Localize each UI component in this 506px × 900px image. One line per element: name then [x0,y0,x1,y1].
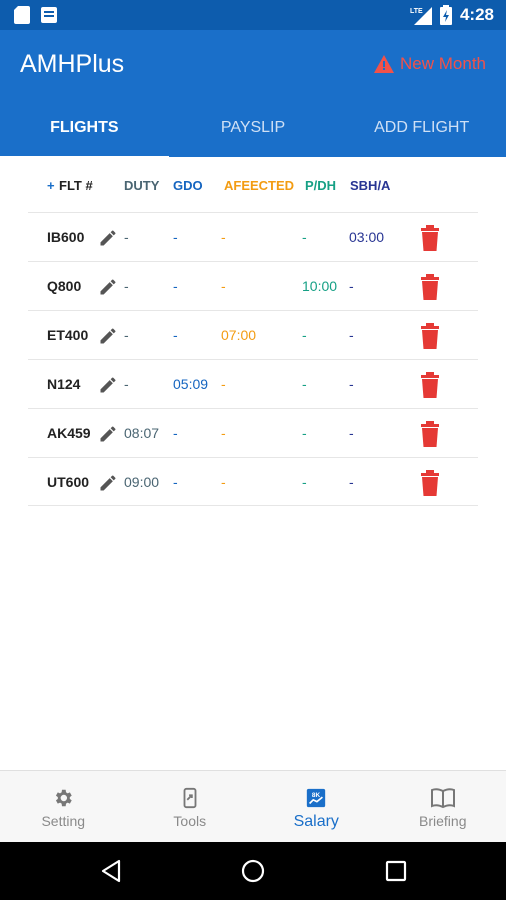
tab-payslip[interactable]: PAYSLIP [169,102,338,157]
gdo-value: 05:09 [173,376,209,392]
nav-salary[interactable]: 8K Salary [253,771,380,842]
tab-bar: FLIGHTS PAYSLIP ADD FLIGHT [0,102,506,160]
flight-list: IB600 - - - - 03:00 Q800 - - - 10:00 - E… [28,212,478,506]
delete-icon[interactable] [418,274,442,300]
sd-card-icon [14,6,30,24]
flight-row: UT600 09:00 - - - - [28,457,478,506]
flight-number: AK459 [47,425,91,441]
add-row-icon[interactable]: + [47,178,55,193]
gdo-value: - [173,425,178,441]
app-bar: AMHPlus New Month [0,30,506,102]
edit-icon[interactable] [98,277,118,297]
delete-icon[interactable] [418,421,442,447]
affected-value: - [221,229,226,245]
edit-icon[interactable] [98,473,118,493]
flight-row: N124 - 05:09 - - - [28,359,478,408]
nav-tools-label: Tools [173,813,207,829]
book-icon [430,788,455,809]
pdh-value: 10:00 [302,278,338,294]
pdh-value: - [302,376,307,392]
bottom-nav: Setting Tools 8K Salary Briefing [0,770,506,842]
header-pdh: P/DH [305,178,337,193]
flight-number: N124 [47,376,81,392]
gear-icon [56,789,72,807]
nav-tools[interactable]: Tools [127,771,254,842]
status-time: 4:28 [459,5,494,24]
network-label: LTE [410,8,423,15]
header-affected: AFEECTED [224,178,295,193]
edit-icon[interactable] [98,424,118,444]
header-sbha: SBH/A [350,178,391,193]
affected-value: 07:00 [221,327,257,343]
delete-icon[interactable] [418,323,442,349]
sbha-value: - [349,425,354,441]
pdh-value: - [302,229,307,245]
flight-row: Q800 - - - 10:00 - [28,261,478,310]
flight-number: ET400 [47,327,89,343]
sbha-value: 03:00 [349,229,385,245]
duty-value: 09:00 [124,474,160,490]
sbha-value: - [349,474,354,490]
battery-icon [439,5,452,25]
header-flt: FLT # [59,178,93,193]
sbha-value: - [349,278,354,294]
duty-value: - [124,376,129,392]
gdo-value: - [173,327,178,343]
sbha-value: - [349,376,354,392]
flight-number: Q800 [47,278,82,294]
warning-icon [374,55,395,73]
pdh-value: - [302,425,307,441]
tools-icon [183,787,197,809]
tab-add-flight[interactable]: ADD FLIGHT [337,102,506,157]
affected-value: - [221,376,226,392]
affected-value: - [221,425,226,441]
flight-number: UT600 [47,474,90,490]
pdh-value: - [302,327,307,343]
sbha-value: - [349,327,354,343]
flight-row: IB600 - - - - 03:00 [28,212,478,261]
flight-number: IB600 [47,229,85,245]
back-icon[interactable] [99,859,123,883]
delete-icon[interactable] [418,225,442,251]
duty-value: - [124,327,129,343]
duty-value: 08:07 [124,425,160,441]
edit-icon[interactable] [98,228,118,248]
edit-icon[interactable] [98,375,118,395]
svg-text:8K: 8K [312,792,321,799]
nav-setting-label: Setting [41,813,86,829]
gdo-value: - [173,278,178,294]
salary-icon: 8K [307,788,326,808]
pdh-value: - [302,474,307,490]
nav-briefing[interactable]: Briefing [380,771,506,842]
new-month-label: New Month [400,54,486,73]
delete-icon[interactable] [418,372,442,398]
home-icon[interactable] [241,859,265,883]
header-duty: DUTY [124,178,160,193]
gdo-value: - [173,229,178,245]
nav-salary-label: Salary [293,813,339,830]
signal-icon: LTE [410,7,432,25]
app-title: AMHPlus [20,50,125,78]
duty-value: - [124,229,129,245]
flight-row: AK459 08:07 - - - - [28,408,478,457]
affected-value: - [221,474,226,490]
flight-row: ET400 - - 07:00 - - [28,310,478,359]
nav-setting[interactable]: Setting [0,771,127,842]
edit-icon[interactable] [98,326,118,346]
status-bar: LTE 4:28 [0,0,506,30]
tab-flights[interactable]: FLIGHTS [0,102,169,160]
new-month-button[interactable]: New Month [374,54,486,74]
affected-value: - [221,278,226,294]
header-gdo: GDO [173,178,203,193]
duty-value: - [124,278,129,294]
nav-briefing-label: Briefing [419,813,467,829]
table-header: + FLT # DUTY GDO AFEECTED P/DH SBH/A [28,175,478,199]
delete-icon[interactable] [418,470,442,496]
system-nav-bar [0,842,506,900]
recents-icon[interactable] [384,859,408,883]
notification-icon [41,7,57,23]
gdo-value: - [173,474,178,490]
